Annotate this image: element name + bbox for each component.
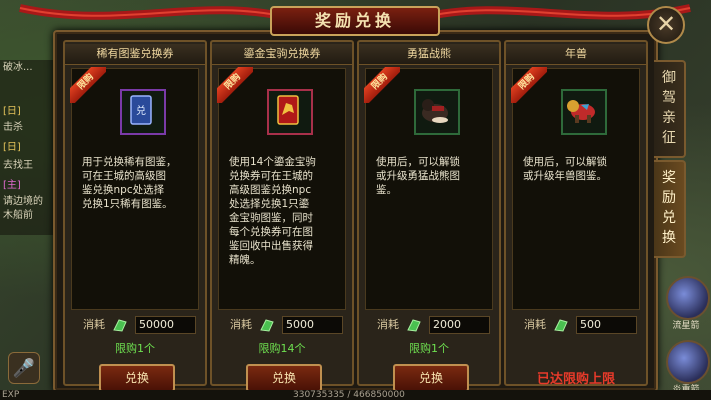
jade-currency-icon <box>113 319 127 332</box>
card-body: 限购 使用后，可以解锁 或升级勇猛战熊图 鉴。 <box>364 67 493 310</box>
cost-row: 消耗 2000 <box>377 316 490 334</box>
chat-line: 去找王 <box>3 160 33 171</box>
exchange-button[interactable]: 兑换 <box>393 364 469 392</box>
cost-value: 500 <box>576 316 637 334</box>
exchange-card: 稀有图鉴兑换券 限购 兑 用于兑换稀有图鉴， 可在王城的高级图 鉴兑换npc处选… <box>63 40 207 392</box>
cost-value: 5000 <box>282 316 343 334</box>
close-icon: ✕ <box>655 10 677 38</box>
card-title: 年兽 <box>506 44 646 65</box>
chat-line: 破冰... <box>3 62 33 73</box>
microphone-icon: 🎤 <box>12 357 36 379</box>
close-button[interactable]: ✕ <box>647 6 685 44</box>
card-body: 限购 使用14个鎏金宝驹 兑换券可在王城的 高级图鉴兑换npc 处选择兑换1只鎏… <box>217 67 346 310</box>
limit-badge: 限购 <box>364 67 400 103</box>
cost-row: 消耗 5000 <box>230 316 343 334</box>
war-bear-icon[interactable] <box>414 89 460 135</box>
cost-row: 消耗 50000 <box>83 316 196 334</box>
skill-button-meteor-arrow[interactable] <box>666 276 710 320</box>
card-body: 限购 兑 用于兑换稀有图鉴， 可在王城的高级图 鉴兑换npc处选择 兑换1只稀有… <box>70 67 199 310</box>
exchange-card: 鎏金宝驹兑换券 限购 使用14个鎏金宝驹 兑换券可在王城的 高级图鉴兑换npc … <box>210 40 354 392</box>
rare-card-icon[interactable]: 兑 <box>120 89 166 135</box>
card-description: 用于兑换稀有图鉴， 可在王城的高级图 鉴兑换npc处选择 兑换1只稀有图鉴。 <box>82 156 177 210</box>
skill-label: 流星箭 <box>672 321 700 331</box>
card-body: 限购 使用后，可以解锁 或升级年兽图鉴。 <box>511 67 640 310</box>
gold-horse-card-icon[interactable] <box>267 89 313 135</box>
voice-mic-button[interactable]: 🎤 <box>8 352 40 384</box>
limit-badge: 限购 <box>217 67 253 103</box>
cost-label: 消耗 <box>377 318 399 331</box>
cost-value: 2000 <box>429 316 490 334</box>
card-description: 使用14个鎏金宝驹 兑换券可在王城的 高级图鉴兑换npc 处选择兑换1只鎏 金宝… <box>229 156 316 266</box>
tab-reward-exchange[interactable]: 奖励兑换 <box>654 160 686 258</box>
chat-pane[interactable]: 破冰... [日] 击杀 [日] 去找王 [主] 请边境的 木船前 <box>0 60 58 235</box>
cost-value: 50000 <box>135 316 196 334</box>
svg-text:兑: 兑 <box>136 104 146 117</box>
tab-label: 奖励兑换 <box>662 170 676 246</box>
chat-line: 击杀 <box>3 122 23 133</box>
chat-line: [日] <box>3 106 21 117</box>
tab-royal-campaign[interactable]: 御驾亲征 <box>654 60 686 158</box>
chat-line: [日] <box>3 142 21 153</box>
exchange-card: 勇猛战熊 限购 使用后，可以解锁 或升级勇猛战熊图 鉴。 消耗 2000 限购1… <box>357 40 501 392</box>
chat-line: 请边境的 <box>3 196 43 207</box>
chat-line: 木船前 <box>3 210 33 221</box>
tab-label: 御驾亲征 <box>662 70 676 146</box>
exchange-button[interactable]: 兑换 <box>99 364 175 392</box>
jade-currency-icon <box>407 319 421 332</box>
exp-bar: EXP 330735335 / 466850000 <box>0 390 711 400</box>
cost-label: 消耗 <box>230 318 252 331</box>
card-description: 使用后，可以解锁 或升级年兽图鉴。 <box>523 156 607 182</box>
jade-currency-icon <box>260 319 274 332</box>
cost-label: 消耗 <box>524 318 546 331</box>
exp-label: EXP <box>2 390 20 400</box>
jade-currency-icon <box>554 319 568 332</box>
exp-value: 330735335 / 466850000 <box>293 390 405 400</box>
skill-button-flame-arrow[interactable] <box>666 340 710 384</box>
purchase-limit: 限购1个 <box>115 342 155 355</box>
card-description: 使用后，可以解锁 或升级勇猛战熊图 鉴。 <box>376 156 460 196</box>
purchase-limit: 限购1个 <box>409 342 449 355</box>
nian-beast-icon[interactable] <box>561 89 607 135</box>
exchange-button[interactable]: 兑换 <box>246 364 322 392</box>
card-title: 勇猛战熊 <box>359 44 499 65</box>
limit-badge: 限购 <box>511 67 547 103</box>
cost-label: 消耗 <box>83 318 105 331</box>
cost-row: 消耗 500 <box>524 316 637 334</box>
panel-title: 奖励兑换 <box>270 6 440 36</box>
card-title: 稀有图鉴兑换券 <box>65 44 205 65</box>
card-title: 鎏金宝驹兑换券 <box>212 44 352 65</box>
chat-line: [主] <box>3 180 21 191</box>
limit-badge: 限购 <box>70 67 106 103</box>
limit-reached-text: 已达限购上限 <box>536 372 615 387</box>
exchange-card: 年兽 限购 使用后，可以解锁 或升级年兽图鉴。 消耗 500 已达限购上限 <box>504 40 648 387</box>
purchase-limit: 限购14个 <box>258 342 306 355</box>
